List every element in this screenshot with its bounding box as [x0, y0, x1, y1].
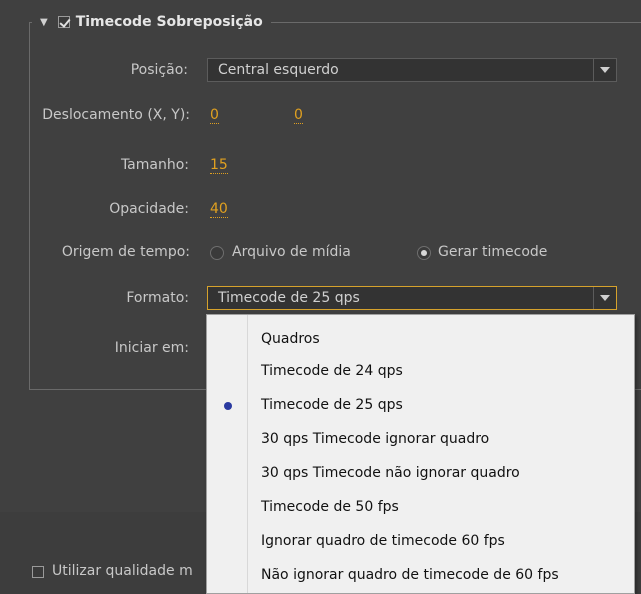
max-quality-checkbox[interactable] — [32, 566, 44, 578]
radio-gerar-timecode-label[interactable]: Gerar timecode — [438, 244, 547, 260]
origem-label: Origem de tempo: — [61, 244, 190, 260]
tamanho-label: Tamanho: — [120, 157, 189, 173]
formato-dropdown[interactable]: Timecode de 25 qps — [207, 286, 617, 310]
menu-item-label: 30 qps Timecode não ignorar quadro — [261, 465, 520, 481]
menu-item-label: Não ignorar quadro de timecode de 60 fps — [261, 567, 559, 583]
radio-gerar-timecode[interactable] — [417, 246, 431, 260]
opacidade-label: Opacidade: — [109, 201, 189, 217]
menu-item-50fps[interactable]: Timecode de 50 fps — [207, 491, 634, 525]
menu-item-label: 30 qps Timecode ignorar quadro — [261, 431, 490, 447]
offset-y-value[interactable]: 0 — [294, 107, 303, 124]
radio-arquivo-midia-label[interactable]: Arquivo de mídia — [232, 244, 351, 260]
menu-item-quadros[interactable]: Quadros — [207, 323, 634, 357]
menu-item-label: Timecode de 50 fps — [261, 499, 399, 515]
formato-dropdown-menu: Quadros Timecode de 24 qps Timecode de 2… — [206, 314, 635, 594]
collapse-triangle-icon[interactable]: ▼ — [40, 17, 48, 28]
menu-item-24qps[interactable]: Timecode de 24 qps — [207, 355, 634, 389]
menu-item-25qps[interactable]: Timecode de 25 qps — [207, 389, 634, 423]
menu-item-30qps-nao-ignorar[interactable]: 30 qps Timecode não ignorar quadro — [207, 457, 634, 491]
deslocamento-label: Deslocamento (X, Y): — [42, 107, 190, 123]
group-enable-checkbox[interactable] — [57, 16, 70, 28]
menu-item-label: Ignorar quadro de timecode 60 fps — [261, 533, 505, 549]
max-quality-label[interactable]: Utilizar qualidade m — [52, 563, 193, 579]
radio-arquivo-midia[interactable] — [210, 246, 224, 260]
menu-item-label: Quadros — [261, 331, 320, 347]
menu-item-label: Timecode de 25 qps — [261, 397, 403, 413]
menu-item-60fps-ignorar[interactable]: Ignorar quadro de timecode 60 fps — [207, 525, 634, 559]
posicao-value: Central esquerdo — [218, 62, 339, 78]
menu-item-label: Timecode de 24 qps — [261, 363, 403, 379]
tamanho-value[interactable]: 15 — [210, 157, 228, 174]
chevron-down-icon[interactable] — [593, 287, 616, 309]
iniciar-label: Iniciar em: — [114, 340, 189, 356]
menu-item-60fps-nao-ignorar[interactable]: Não ignorar quadro de timecode de 60 fps — [207, 559, 634, 593]
formato-label: Formato: — [126, 290, 189, 306]
formato-value: Timecode de 25 qps — [218, 290, 360, 306]
opacidade-value[interactable]: 40 — [210, 201, 228, 218]
menu-item-30qps-ignorar[interactable]: 30 qps Timecode ignorar quadro — [207, 423, 634, 457]
selected-bullet-icon — [224, 402, 232, 410]
group-title: Timecode Sobreposição — [75, 14, 263, 30]
posicao-label: Posição: — [130, 62, 188, 78]
offset-x-value[interactable]: 0 — [210, 107, 219, 124]
chevron-down-icon[interactable] — [593, 59, 616, 81]
posicao-dropdown[interactable]: Central esquerdo — [207, 58, 617, 82]
group-header[interactable]: ▼ Timecode Sobreposição — [32, 10, 271, 34]
